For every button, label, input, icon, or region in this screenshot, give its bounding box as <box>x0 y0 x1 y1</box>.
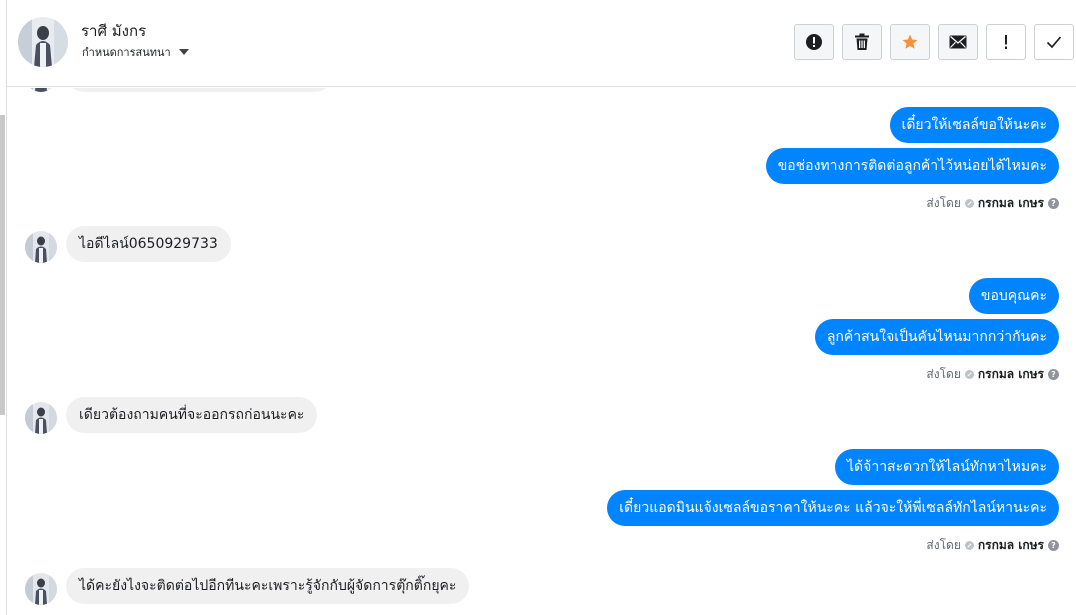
contact-avatar[interactable] <box>18 17 68 67</box>
sent-by-line: ส่งโดย กรกมล เกษร ? <box>926 536 1059 555</box>
contact-mini-avatar[interactable] <box>25 402 57 434</box>
outgoing-message-bubble: ขอช่องทางการติดต่อลูกค้าไว้หน่อยได้ไหมคะ <box>765 148 1059 184</box>
schedule-conversation-label: กำหนดการสนทนา <box>82 46 171 59</box>
verified-dot-icon <box>964 541 974 550</box>
trash-icon <box>855 33 869 50</box>
outgoing-message-bubble: เดี๋ยวแอดมินแจ้งเซลล์ขอราคาให้นะคะ แล้วจ… <box>607 490 1059 526</box>
follow-up-button[interactable] <box>986 24 1026 60</box>
star-button[interactable] <box>890 24 930 60</box>
outgoing-message-bubble: ขอบคุณคะ <box>968 278 1059 314</box>
conversation-header: ราศี มังกร กำหนดการสนทนา <box>7 0 1076 87</box>
sender-name[interactable]: กรกมล เกษร <box>978 194 1044 213</box>
help-icon[interactable]: ? <box>1048 540 1059 551</box>
contact-mini-avatar <box>25 88 57 92</box>
left-panel-scrollbar[interactable] <box>0 115 5 415</box>
verified-dot-icon <box>964 370 974 379</box>
exclamation-icon <box>1005 35 1007 49</box>
verified-dot-icon <box>964 199 974 208</box>
incoming-message-bubble: ได้คะยังไงจะติดต่อไปอีกทีนะคะเพราะรู้จัก… <box>66 568 470 604</box>
contact-mini-avatar[interactable] <box>25 231 57 263</box>
incoming-message-bubble: เดียวต้องถามคนที่จะออกรถก่อนนะคะ <box>66 397 318 433</box>
alert-circle-icon <box>806 34 822 50</box>
message-thread[interactable]: เดี๋ยวให้เซลล์ขอให้นะคะ ขอช่องทางการติดต… <box>7 88 1076 615</box>
caret-down-icon <box>178 49 189 55</box>
help-icon[interactable]: ? <box>1048 369 1059 380</box>
checkmark-icon <box>1046 36 1062 49</box>
incoming-message-bubble-partial <box>66 88 333 92</box>
sent-by-label: ส่งโดย <box>926 538 961 552</box>
sent-by-line: ส่งโดย กรกมล เกษร ? <box>926 365 1059 384</box>
schedule-conversation-dropdown[interactable]: กำหนดการสนทนา <box>82 43 189 61</box>
outgoing-message-bubble: เดี๋ยวให้เซลล์ขอให้นะคะ <box>889 107 1059 143</box>
help-icon[interactable]: ? <box>1048 198 1059 209</box>
star-icon <box>902 34 918 49</box>
mark-done-button[interactable] <box>1034 24 1074 60</box>
delete-button[interactable] <box>842 24 882 60</box>
contact-name: ราศี มังกร <box>81 22 147 40</box>
sender-name[interactable]: กรกมล เกษร <box>978 536 1044 555</box>
sent-by-label: ส่งโดย <box>926 367 961 381</box>
incoming-message-bubble: ไอดีไลน์0650929733 <box>66 226 231 262</box>
outgoing-message-bubble: ได้จ้าาสะดวกให้ไลน์ทักหาไหมคะ <box>835 449 1059 485</box>
outgoing-message-bubble: ลูกค้าสนใจเป็นคันไหนมากกว่ากันคะ <box>814 319 1059 355</box>
sent-by-label: ส่งโดย <box>926 196 961 210</box>
report-spam-button[interactable] <box>794 24 834 60</box>
header-actions <box>794 24 1074 60</box>
sent-by-line: ส่งโดย กรกมล เกษร ? <box>926 194 1059 213</box>
contact-mini-avatar[interactable] <box>25 573 57 605</box>
sender-name[interactable]: กรกมล เกษร <box>978 365 1044 384</box>
envelope-icon <box>949 35 967 49</box>
mark-unread-button[interactable] <box>938 24 978 60</box>
